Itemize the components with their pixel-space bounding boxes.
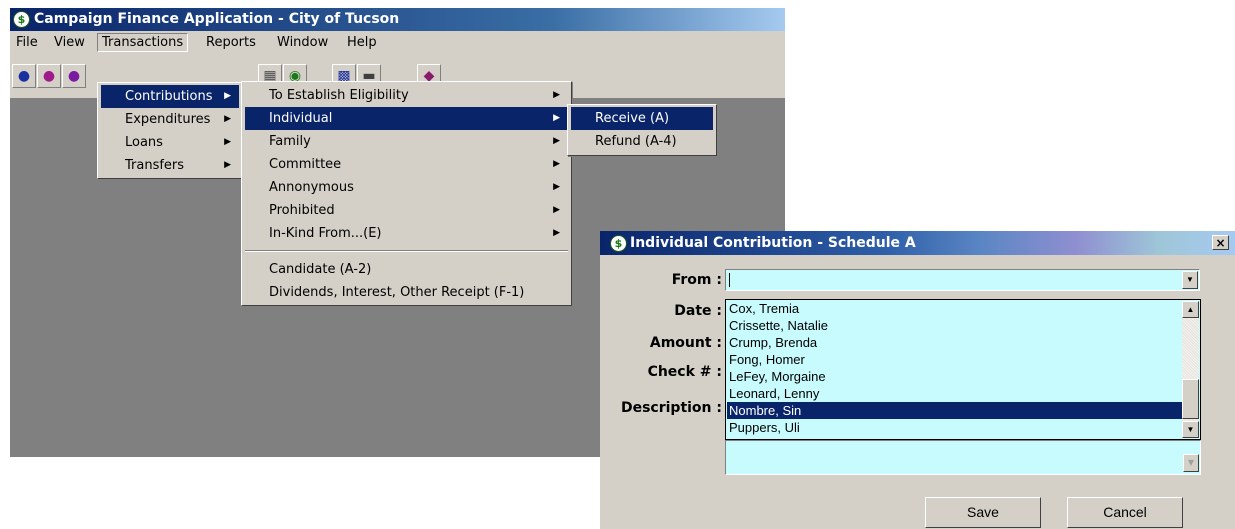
menu-help[interactable]: Help: [343, 34, 381, 51]
menu-item-label: Loans: [125, 135, 163, 150]
menu-item-refund[interactable]: Refund (A-4): [571, 130, 713, 153]
description-scroll-down-icon[interactable]: ▼: [1183, 454, 1199, 472]
close-button[interactable]: ×: [1212, 235, 1229, 250]
from-label: From :: [671, 272, 722, 288]
menu-separator: [245, 250, 568, 252]
menu-item-label: Contributions: [125, 89, 213, 104]
submenu-arrow-icon: ▶: [224, 91, 231, 101]
menu-item-annonymous[interactable]: Annonymous ▶: [245, 176, 568, 199]
menu-transactions[interactable]: Transactions: [97, 33, 189, 52]
submenu-arrow-icon: ▶: [553, 159, 560, 169]
list-item[interactable]: Cox, Tremia: [727, 300, 1182, 317]
dialog-title-bar[interactable]: $ Individual Contribution - Schedule A ×: [600, 231, 1235, 255]
save-button[interactable]: Save: [925, 497, 1041, 528]
menu-item-label: Dividends, Interest, Other Receipt (F-1): [269, 285, 525, 300]
menu-item-dividends[interactable]: Dividends, Interest, Other Receipt (F-1): [245, 281, 568, 304]
transactions-menu: Contributions ▶ Expenditures ▶ Loans ▶ T…: [97, 82, 243, 179]
text-caret: [729, 273, 730, 287]
submenu-arrow-icon: ▶: [553, 182, 560, 192]
menu-item-label: Expenditures: [125, 112, 211, 127]
submenu-arrow-icon: ▶: [553, 113, 560, 123]
menu-window[interactable]: Window: [273, 34, 332, 51]
app-title-bar[interactable]: $ Campaign Finance Application - City of…: [10, 8, 785, 31]
cancel-button[interactable]: Cancel: [1067, 497, 1183, 528]
description-field[interactable]: ▼: [725, 440, 1201, 475]
app-title: Campaign Finance Application - City of T…: [34, 11, 400, 27]
menu-item-label: Candidate (A-2): [269, 262, 372, 277]
menu-item-committee[interactable]: Committee ▶: [245, 153, 568, 176]
dollar-app-icon: $: [13, 11, 30, 28]
menu-item-label: Annonymous: [269, 180, 354, 195]
submenu-arrow-icon: ▶: [553, 228, 560, 238]
description-label: Description :: [620, 400, 722, 416]
people-icon[interactable]: ●: [37, 64, 61, 88]
menu-item-expenditures[interactable]: Expenditures ▶: [101, 108, 239, 131]
menu-file[interactable]: File: [12, 34, 42, 51]
menu-item-label: In-Kind From...(E): [269, 226, 382, 241]
menu-item-transfers[interactable]: Transfers ▶: [101, 154, 239, 177]
menu-item-label: To Establish Eligibility: [269, 88, 409, 103]
submenu-arrow-icon: ▶: [224, 160, 231, 170]
menu-item-family[interactable]: Family ▶: [245, 130, 568, 153]
menu-item-in-kind[interactable]: In-Kind From...(E) ▶: [245, 222, 568, 245]
menu-item-individual[interactable]: Individual ▶: [245, 107, 568, 130]
menu-item-establish-eligibility[interactable]: To Establish Eligibility ▶: [245, 84, 568, 107]
person-icon[interactable]: ●: [12, 64, 36, 88]
menu-item-receive[interactable]: Receive (A): [571, 107, 713, 130]
list-scrollbar[interactable]: ▲ ▼: [1182, 301, 1199, 438]
dollar-app-icon: $: [610, 235, 627, 252]
list-item[interactable]: LeFey, Morgaine: [727, 368, 1182, 385]
menu-bar: File View Transactions Reports Window He…: [10, 31, 785, 54]
scroll-down-arrow-icon[interactable]: ▼: [1182, 421, 1199, 438]
submenu-arrow-icon: ▶: [553, 205, 560, 215]
submenu-arrow-icon: ▶: [224, 114, 231, 124]
menu-view[interactable]: View: [50, 34, 89, 51]
menu-item-label: Family: [269, 134, 311, 149]
menu-item-label: Refund (A-4): [595, 134, 677, 149]
from-dropdown-list[interactable]: Cox, Tremia Crissette, Natalie Crump, Br…: [725, 299, 1201, 440]
menu-item-candidate[interactable]: Candidate (A-2): [245, 258, 568, 281]
list-item[interactable]: Crissette, Natalie: [727, 317, 1182, 334]
menu-reports[interactable]: Reports: [202, 34, 260, 51]
scroll-up-arrow-icon[interactable]: ▲: [1182, 301, 1199, 318]
group-icon[interactable]: ●: [62, 64, 86, 88]
menu-item-label: Prohibited: [269, 203, 335, 218]
submenu-arrow-icon: ▶: [553, 136, 560, 146]
menu-item-label: Individual: [269, 111, 333, 126]
date-label: Date :: [674, 303, 722, 319]
list-item[interactable]: Crump, Brenda: [727, 334, 1182, 351]
list-item[interactable]: Leonard, Lenny: [727, 385, 1182, 402]
submenu-arrow-icon: ▶: [224, 137, 231, 147]
menu-item-loans[interactable]: Loans ▶: [101, 131, 239, 154]
menu-item-label: Committee: [269, 157, 342, 172]
list-item[interactable]: Puppers, Uli: [727, 419, 1182, 436]
menu-item-label: Receive (A): [595, 111, 670, 126]
submenu-arrow-icon: ▶: [553, 90, 560, 100]
scrollbar-thumb[interactable]: [1182, 379, 1199, 419]
amount-label: Amount :: [649, 335, 722, 351]
contributions-menu: To Establish Eligibility ▶ Individual ▶ …: [241, 81, 572, 306]
list-item[interactable]: Fong, Homer: [727, 351, 1182, 368]
from-combobox[interactable]: ▼: [725, 269, 1200, 291]
dialog-title: Individual Contribution - Schedule A: [630, 235, 916, 251]
individual-menu: Receive (A) Refund (A-4): [567, 104, 717, 156]
menu-item-prohibited[interactable]: Prohibited ▶: [245, 199, 568, 222]
chevron-down-icon[interactable]: ▼: [1182, 271, 1198, 289]
menu-item-label: Transfers: [125, 158, 185, 173]
check-number-label: Check # :: [647, 364, 722, 380]
menu-item-contributions[interactable]: Contributions ▶: [101, 85, 239, 108]
individual-contribution-dialog: $ Individual Contribution - Schedule A ×…: [600, 231, 1235, 529]
list-item-selected[interactable]: Nombre, Sin: [727, 402, 1182, 419]
